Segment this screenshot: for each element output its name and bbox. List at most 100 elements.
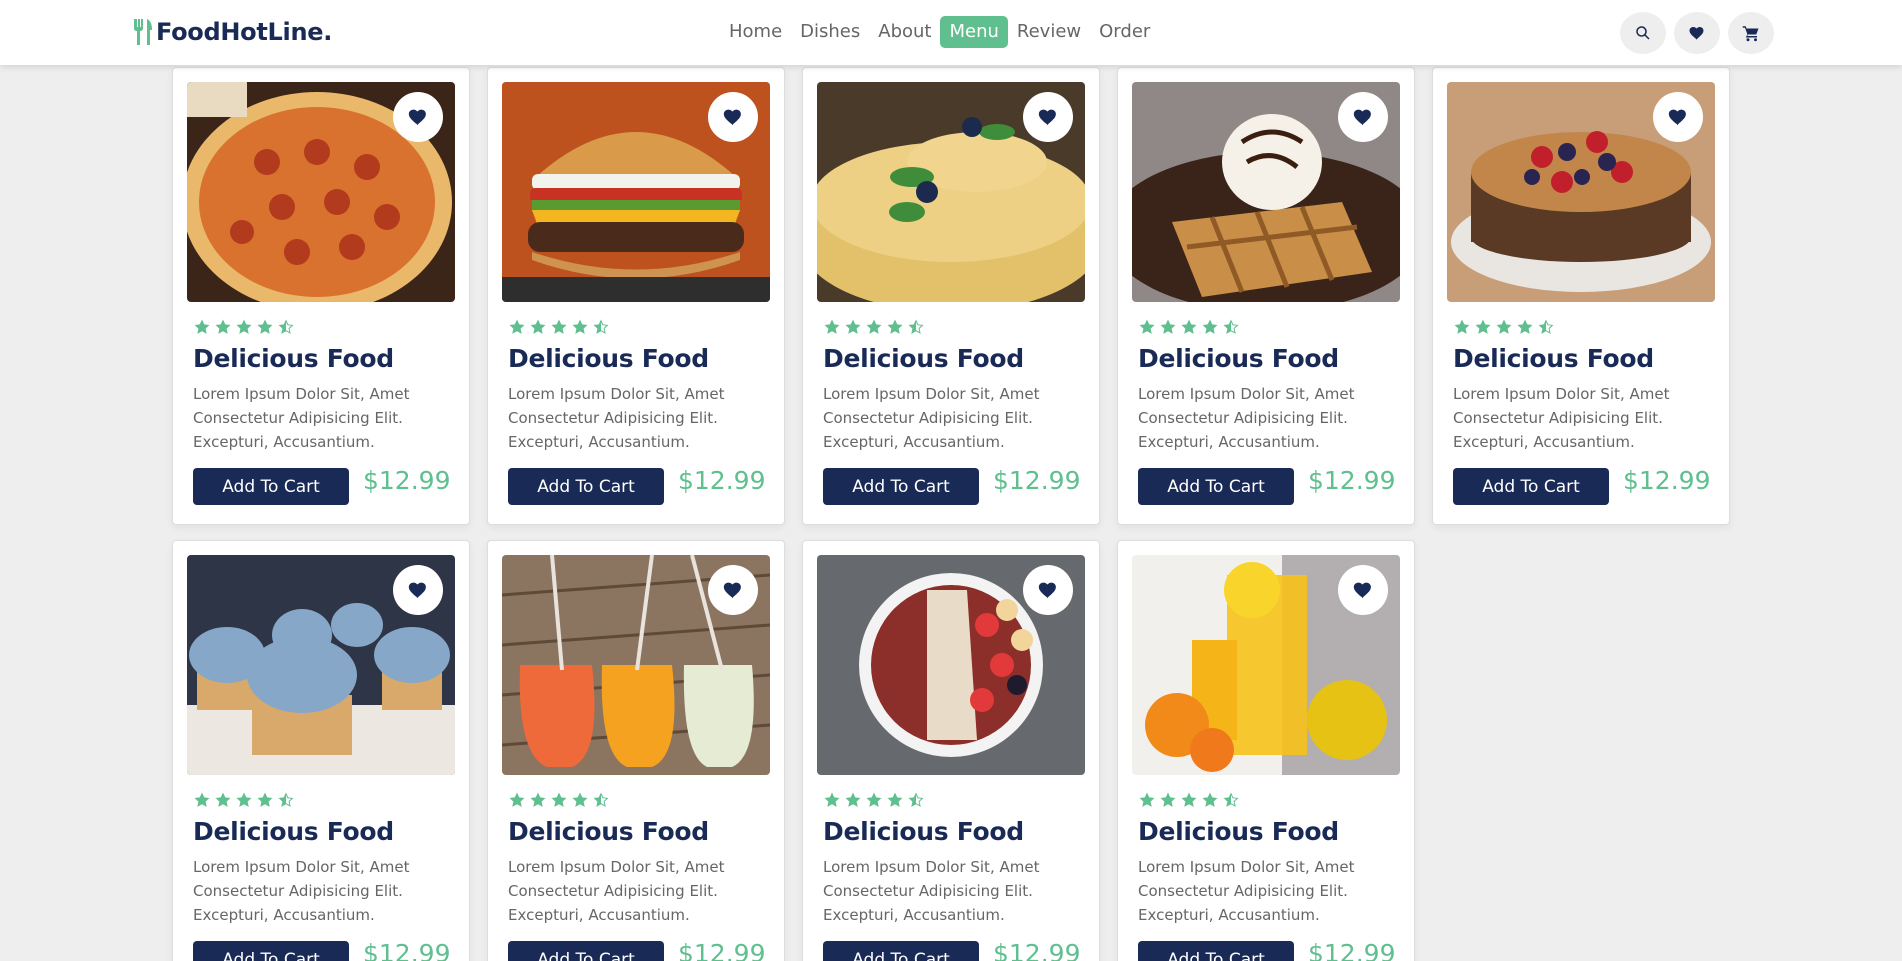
food-card: Delicious Food Lorem Ipsum Dolor Sit, Am… bbox=[1432, 67, 1730, 525]
favorite-button[interactable] bbox=[1023, 565, 1073, 615]
nav-dishes[interactable]: Dishes bbox=[791, 16, 869, 48]
logo-text: FoodHotLine. bbox=[156, 18, 333, 46]
card-description: Lorem Ipsum Dolor Sit, Amet Consectetur … bbox=[823, 858, 1040, 924]
star-half-icon bbox=[908, 319, 924, 334]
card-title: Delicious Food bbox=[823, 817, 1024, 846]
star-icon bbox=[1139, 792, 1155, 807]
star-icon bbox=[1139, 319, 1155, 334]
add-to-cart-button[interactable]: Add To Cart bbox=[193, 468, 349, 505]
nav-home[interactable]: Home bbox=[720, 16, 791, 48]
star-icon bbox=[236, 792, 252, 807]
add-to-cart-button[interactable]: Add To Cart bbox=[1138, 468, 1294, 505]
food-card: Delicious Food Lorem Ipsum Dolor Sit, Am… bbox=[802, 540, 1100, 961]
price: $12.99 bbox=[1308, 466, 1396, 495]
main-nav: Home Dishes About Menu Review Order bbox=[720, 16, 1159, 48]
star-half-icon bbox=[593, 792, 609, 807]
rating-stars bbox=[508, 318, 610, 336]
star-half-icon bbox=[278, 792, 294, 807]
star-icon bbox=[866, 792, 882, 807]
star-icon bbox=[1496, 319, 1512, 334]
cart-button[interactable] bbox=[1728, 12, 1774, 54]
star-icon bbox=[1160, 319, 1176, 334]
add-to-cart-button[interactable]: Add To Cart bbox=[823, 941, 979, 961]
shopping-cart-icon bbox=[1742, 26, 1759, 42]
add-to-cart-button[interactable]: Add To Cart bbox=[193, 941, 349, 961]
star-icon bbox=[215, 792, 231, 807]
price: $12.99 bbox=[363, 466, 451, 495]
star-icon bbox=[845, 792, 861, 807]
star-icon bbox=[194, 792, 210, 807]
favorite-button[interactable] bbox=[1653, 92, 1703, 142]
utensils-icon bbox=[134, 19, 152, 45]
heart-icon bbox=[723, 582, 741, 599]
nav-menu[interactable]: Menu bbox=[940, 16, 1008, 48]
star-half-icon bbox=[1223, 792, 1239, 807]
nav-order[interactable]: Order bbox=[1090, 16, 1159, 48]
add-to-cart-button[interactable]: Add To Cart bbox=[823, 468, 979, 505]
search-icon bbox=[1636, 26, 1650, 40]
star-icon bbox=[530, 792, 546, 807]
card-title: Delicious Food bbox=[1138, 817, 1339, 846]
star-icon bbox=[1454, 319, 1470, 334]
card-title: Delicious Food bbox=[823, 344, 1024, 373]
heart-icon bbox=[723, 109, 741, 126]
heart-icon bbox=[408, 109, 426, 126]
add-to-cart-button[interactable]: Add To Cart bbox=[508, 941, 664, 961]
star-icon bbox=[572, 319, 588, 334]
rating-stars bbox=[1138, 318, 1240, 336]
food-card: Delicious Food Lorem Ipsum Dolor Sit, Am… bbox=[172, 540, 470, 961]
star-half-icon bbox=[278, 319, 294, 334]
price: $12.99 bbox=[1308, 939, 1396, 961]
card-description: Lorem Ipsum Dolor Sit, Amet Consectetur … bbox=[508, 858, 725, 924]
header: FoodHotLine. Home Dishes About Menu Revi… bbox=[0, 0, 1902, 65]
card-title: Delicious Food bbox=[193, 344, 394, 373]
price: $12.99 bbox=[678, 939, 766, 961]
favorite-button[interactable] bbox=[708, 92, 758, 142]
favorite-button[interactable] bbox=[393, 92, 443, 142]
rating-stars bbox=[193, 318, 295, 336]
star-icon bbox=[866, 319, 882, 334]
star-icon bbox=[257, 792, 273, 807]
logo[interactable]: FoodHotLine. bbox=[132, 18, 332, 46]
star-icon bbox=[509, 792, 525, 807]
header-icons bbox=[1620, 12, 1774, 54]
star-icon bbox=[1517, 319, 1533, 334]
favorite-button[interactable] bbox=[708, 565, 758, 615]
card-title: Delicious Food bbox=[1138, 344, 1339, 373]
star-half-icon bbox=[908, 792, 924, 807]
food-card: Delicious Food Lorem Ipsum Dolor Sit, Am… bbox=[1117, 540, 1415, 961]
card-title: Delicious Food bbox=[1453, 344, 1654, 373]
nav-review[interactable]: Review bbox=[1008, 16, 1090, 48]
heart-icon bbox=[1038, 109, 1056, 126]
star-half-icon bbox=[1223, 319, 1239, 334]
star-icon bbox=[509, 319, 525, 334]
star-icon bbox=[1202, 319, 1218, 334]
price: $12.99 bbox=[678, 466, 766, 495]
favorite-button[interactable] bbox=[393, 565, 443, 615]
card-description: Lorem Ipsum Dolor Sit, Amet Consectetur … bbox=[1453, 385, 1670, 451]
wishlist-button[interactable] bbox=[1674, 12, 1720, 54]
add-to-cart-button[interactable]: Add To Cart bbox=[1453, 468, 1609, 505]
add-to-cart-button[interactable]: Add To Cart bbox=[1138, 941, 1294, 961]
food-card: Delicious Food Lorem Ipsum Dolor Sit, Am… bbox=[1117, 67, 1415, 525]
star-icon bbox=[572, 792, 588, 807]
star-icon bbox=[1202, 792, 1218, 807]
star-icon bbox=[236, 319, 252, 334]
favorite-button[interactable] bbox=[1338, 92, 1388, 142]
food-card: Delicious Food Lorem Ipsum Dolor Sit, Am… bbox=[802, 67, 1100, 525]
add-to-cart-button[interactable]: Add To Cart bbox=[508, 468, 664, 505]
price: $12.99 bbox=[363, 939, 451, 961]
favorite-button[interactable] bbox=[1338, 565, 1388, 615]
search-button[interactable] bbox=[1620, 12, 1666, 54]
rating-stars bbox=[1453, 318, 1555, 336]
food-card: Delicious Food Lorem Ipsum Dolor Sit, Am… bbox=[172, 67, 470, 525]
star-icon bbox=[824, 792, 840, 807]
nav-about[interactable]: About bbox=[869, 16, 940, 48]
rating-stars bbox=[823, 318, 925, 336]
heart-icon bbox=[1668, 109, 1686, 126]
food-card: Delicious Food Lorem Ipsum Dolor Sit, Am… bbox=[487, 67, 785, 525]
card-title: Delicious Food bbox=[508, 344, 709, 373]
heart-icon bbox=[1038, 582, 1056, 599]
card-title: Delicious Food bbox=[508, 817, 709, 846]
favorite-button[interactable] bbox=[1023, 92, 1073, 142]
